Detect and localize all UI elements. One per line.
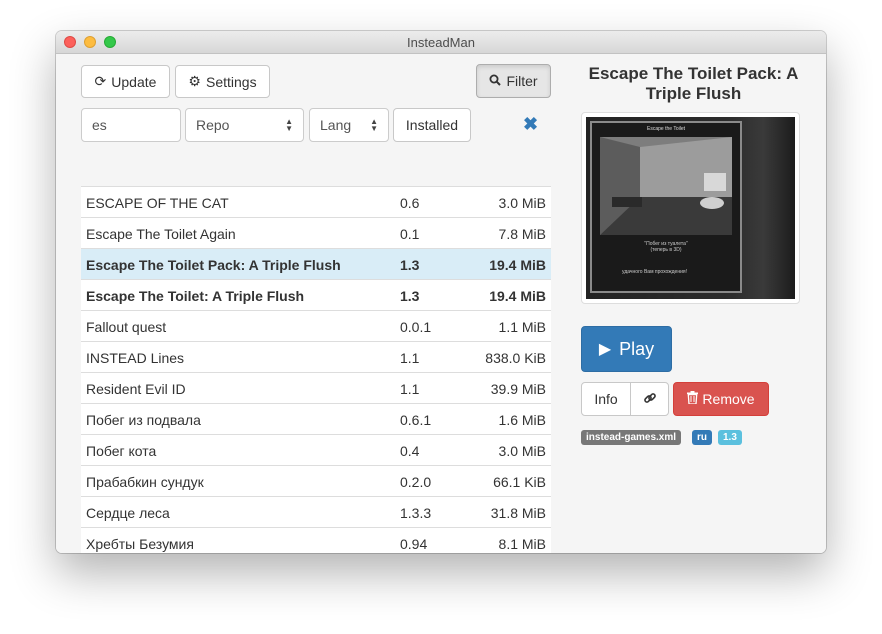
game-version: 0.6 (400, 195, 420, 211)
game-name: Escape The Toilet Again (86, 226, 236, 242)
game-size: 3.0 MiB (498, 195, 546, 211)
game-list-row[interactable]: ESCAPE OF THE CAT 0.6 3.0 MiB (81, 186, 551, 217)
search-icon (489, 73, 502, 89)
game-version: 1.3 (400, 288, 420, 304)
title-bar[interactable]: InsteadMan (56, 31, 826, 54)
game-version: 0.4 (400, 443, 420, 459)
lang-tag-badge: ru (692, 430, 712, 445)
game-name: Escape The Toilet: A Triple Flush (86, 288, 305, 304)
game-list-row[interactable]: Escape The Toilet: A Triple Flush 1.3 19.4… (81, 279, 551, 310)
clear-filter-icon[interactable]: ✖ (523, 114, 538, 135)
game-size: 19.4 MiB (489, 257, 546, 273)
lang-select-value: Lang (320, 117, 352, 133)
game-size: 39.9 MiB (490, 381, 546, 397)
game-name: Побег из подвала (86, 412, 201, 428)
game-version: 0.2.0 (400, 474, 432, 490)
installed-toggle-button[interactable]: Installed (393, 108, 471, 142)
game-size: 66.1 KiB (493, 474, 546, 490)
screenshot-option: удачного Вам прохождения! (622, 269, 687, 275)
main-content: ⟳ Update ⚙ Settings Filter Repo ▲▼ Lang … (56, 54, 826, 553)
filter-button[interactable]: Filter (476, 64, 551, 98)
info-button[interactable]: Info (581, 382, 631, 416)
game-version: 1.3.3 (400, 505, 432, 521)
play-button[interactable]: ▶ Play (581, 326, 672, 372)
filter-label: Filter (506, 73, 538, 89)
window-title: InsteadMan (407, 35, 475, 50)
game-list-row[interactable]: Resident Evil ID 1.1 39.9 MiB (81, 372, 551, 403)
screenshot-image: Escape the Toilet "Побег из туалета" (те… (586, 117, 795, 299)
version-tag-label: 1.3 (723, 432, 737, 443)
game-version: 0.94 (400, 536, 428, 552)
lang-tag-label: ru (697, 432, 707, 443)
game-size: 1.1 MiB (498, 319, 546, 335)
settings-label: Settings (205, 73, 257, 90)
game-size: 1.6 MiB (498, 412, 546, 428)
game-list[interactable]: ESCAPE OF THE CAT 0.6 3.0 MiB Escape The To… (81, 186, 551, 553)
game-name: INSTEAD Lines (86, 350, 185, 366)
gear-icon: ⚙ (188, 73, 201, 89)
game-version: 1.3 (400, 257, 420, 273)
game-size: 3.0 MiB (498, 443, 546, 459)
remove-button[interactable]: Remove (673, 382, 769, 416)
game-version: 0.6.1 (400, 412, 432, 428)
game-version: 1.1 (400, 381, 420, 397)
select-arrows-icon: ▲ ▼ (285, 117, 293, 133)
game-list-row[interactable]: Побег из подвала 0.6.1 1.6 MiB (81, 403, 551, 434)
update-label: Update (111, 73, 157, 90)
refresh-icon: ⟳ (94, 73, 107, 89)
game-size: 19.4 MiB (489, 288, 546, 304)
app-window: InsteadMan ⟳ Update ⚙ Settings Filter Re… (56, 31, 826, 553)
game-list-row[interactable]: Fallout quest 0.0.1 1.1 MiB (81, 310, 551, 341)
installed-label: Installed (405, 117, 459, 133)
game-name: Resident Evil ID (86, 381, 186, 397)
game-name: Escape The Toilet Pack: A Triple Flush (86, 257, 341, 273)
game-name: Прабабкин сундук (86, 474, 204, 490)
game-size: 838.0 KiB (485, 350, 546, 366)
search-input[interactable] (81, 108, 181, 142)
link-button[interactable] (630, 382, 669, 416)
game-list-row[interactable]: Хребты Безумия 0.94 8.1 MiB (81, 527, 551, 553)
game-size: 7.8 MiB (498, 226, 546, 242)
game-list-row[interactable]: Прабабкин сундук 0.2.0 66.1 KiB (81, 465, 551, 496)
game-screenshot: Escape the Toilet "Побег из туалета" (те… (581, 112, 800, 304)
screenshot-caption-line2: (теперь в 3D) (650, 247, 682, 253)
game-version: 0.1 (400, 226, 420, 242)
play-icon: ▶ (598, 341, 612, 358)
repo-tag-badge: instead-games.xml (581, 430, 682, 445)
game-version: 1.1 (400, 350, 420, 366)
game-list-row[interactable]: Escape The Toilet Pack: A Triple Flush 1.… (81, 248, 551, 279)
game-list-row[interactable]: Побег кота 0.4 3.0 MiB (81, 434, 551, 465)
trash-icon (687, 391, 699, 407)
repo-tag-label: instead-games.xml (586, 432, 677, 443)
game-version: 0.0.1 (400, 319, 432, 335)
repo-select[interactable]: Repo ▲ ▼ (185, 108, 304, 142)
play-label: Play (619, 338, 655, 359)
settings-button[interactable]: ⚙ Settings (175, 65, 270, 98)
game-name: Сердце леса (86, 505, 170, 521)
game-name: Хребты Безумия (86, 536, 194, 552)
link-icon (643, 391, 657, 408)
game-name: Fallout quest (86, 319, 167, 335)
lang-select[interactable]: Lang ▲ ▼ (309, 108, 389, 142)
repo-select-value: Repo (196, 117, 230, 133)
game-list-row[interactable]: Сердце леса 1.3.3 31.8 MiB (81, 496, 551, 527)
game-size: 31.8 MiB (490, 505, 546, 521)
game-name: Побег кота (86, 443, 157, 459)
game-list-row[interactable]: INSTEAD Lines 1.1 838.0 KiB (81, 341, 551, 372)
remove-label: Remove (702, 391, 755, 407)
game-list-row[interactable]: Escape The Toilet Again 0.1 7.8 MiB (81, 217, 551, 248)
screenshot-title: Escape the Toilet (647, 126, 685, 132)
screenshot-frame: Escape the Toilet "Побег из туалета" (те… (590, 121, 742, 293)
select-arrows-icon: ▲ ▼ (370, 117, 378, 133)
version-tag-badge: 1.3 (718, 430, 742, 445)
screenshot-room-image (600, 137, 732, 235)
screenshot-caption: "Побег из туалета" (теперь в 3D) (592, 241, 740, 253)
game-name: ESCAPE OF THE CAT (86, 195, 229, 211)
game-title: Escape The Toilet Pack: A Triple Flush (588, 64, 799, 103)
update-button[interactable]: ⟳ Update (81, 65, 170, 98)
game-size: 8.1 MiB (498, 536, 546, 552)
info-label: Info (594, 391, 618, 407)
